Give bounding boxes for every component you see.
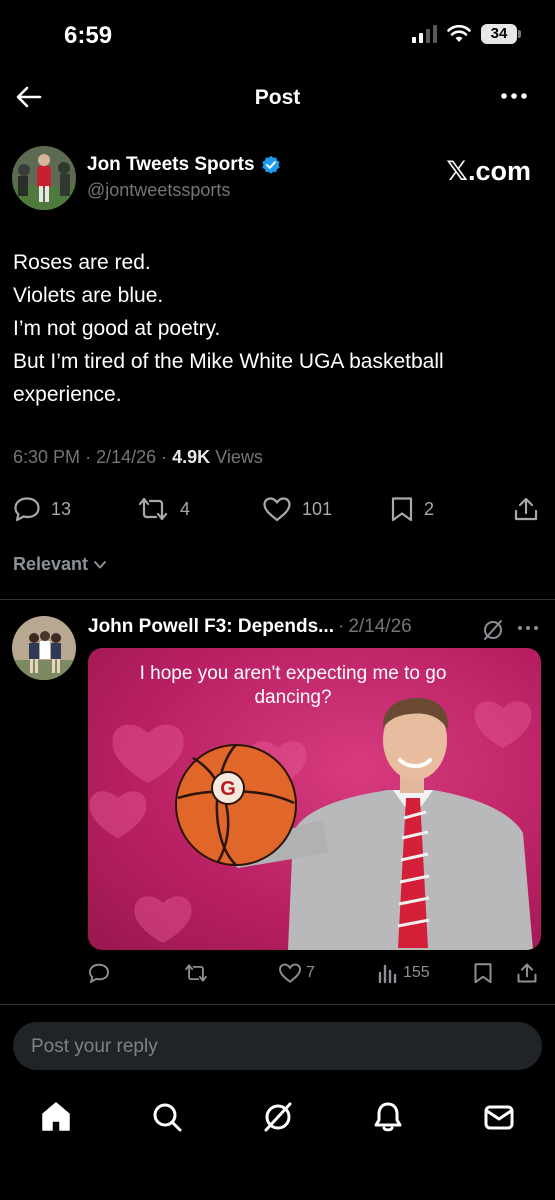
tweet-line: But I’m tired of the Mike White UGA bask… xyxy=(13,350,444,406)
messages-icon[interactable] xyxy=(482,1100,516,1134)
battery-indicator: 34 xyxy=(481,24,521,44)
reply-views-count: 155 xyxy=(403,964,430,981)
reply-bookmark-button[interactable] xyxy=(473,962,493,984)
reply-actions: 7 155 xyxy=(0,962,555,992)
reply-author-name[interactable]: John Powell F3: Depends... xyxy=(88,616,334,638)
tweet-line: Roses are red. xyxy=(13,251,151,274)
reply-icon xyxy=(89,963,109,984)
reply-views-button[interactable]: 155 xyxy=(377,962,430,984)
svg-text:G: G xyxy=(220,778,236,800)
status-icons: 34 xyxy=(412,24,521,44)
tweet-actions: 13 4 101 2 xyxy=(0,490,555,526)
tweet-time: 6:30 PM xyxy=(13,447,81,467)
views-label: Views xyxy=(215,447,263,467)
author-avatar[interactable] xyxy=(12,146,76,210)
reply-date: 2/14/26 xyxy=(348,616,412,637)
search-icon[interactable] xyxy=(150,1100,184,1134)
tweet-text: Roses are red. Violets are blue. I’m not… xyxy=(13,246,543,411)
reply-count: 13 xyxy=(51,498,72,519)
tweet-date: 2/14/26 xyxy=(96,447,157,467)
repost-icon xyxy=(138,497,168,521)
author-name[interactable]: Jon Tweets Sports xyxy=(87,154,255,176)
sort-label: Relevant xyxy=(13,554,89,574)
reply-tweet[interactable]: John Powell F3: Depends... · 2/14/26 G I… xyxy=(0,612,555,1007)
reply-share-button[interactable] xyxy=(516,962,538,984)
bookmark-count: 2 xyxy=(424,498,435,519)
reply-repost-button[interactable] xyxy=(183,962,209,984)
top-navigation-bar: Post xyxy=(0,72,555,124)
ellipsis-icon[interactable] xyxy=(517,624,539,632)
meme-caption: I hope you aren't expecting me to go dan… xyxy=(139,663,447,708)
status-time: 6:59 xyxy=(64,22,113,49)
reply-media-image[interactable]: G I hope you aren't expecting me to go d… xyxy=(88,648,541,950)
repost-button[interactable]: 4 xyxy=(136,496,190,522)
reply-reply-button[interactable] xyxy=(88,962,110,984)
repost-count: 4 xyxy=(180,498,191,519)
wifi-icon xyxy=(447,25,471,42)
heart-icon xyxy=(263,497,291,522)
chevron-down-icon xyxy=(94,560,107,568)
author-name-row[interactable]: Jon Tweets Sports xyxy=(87,154,281,176)
verified-badge-icon xyxy=(261,155,280,174)
reply-avatar[interactable] xyxy=(12,616,76,680)
like-count: 101 xyxy=(302,498,333,519)
bookmark-button[interactable]: 2 xyxy=(390,496,434,522)
like-button[interactable]: 101 xyxy=(262,496,332,522)
post-author: Jon Tweets Sports @jontweetssports 𝕏.com xyxy=(12,146,535,210)
repost-icon xyxy=(185,964,207,982)
grok-icon[interactable] xyxy=(481,618,505,642)
heart-icon xyxy=(279,963,301,984)
reply-icon xyxy=(14,497,40,522)
author-handle[interactable]: @jontweetssports xyxy=(87,180,230,201)
bookmark-icon xyxy=(474,963,492,984)
page-title: Post xyxy=(254,86,301,109)
home-icon[interactable] xyxy=(39,1100,73,1134)
views-chart-icon xyxy=(378,964,397,984)
signal-icon xyxy=(412,25,437,43)
share-button[interactable] xyxy=(513,496,539,522)
tweet-line: I’m not good at poetry. xyxy=(13,317,221,340)
sort-replies-dropdown[interactable]: Relevant xyxy=(13,554,107,575)
divider xyxy=(0,1004,555,1005)
reply-input-placeholder: Post your reply xyxy=(31,1036,158,1057)
grok-icon[interactable] xyxy=(261,1100,295,1134)
reply-header: John Powell F3: Depends... · 2/14/26 xyxy=(88,616,412,638)
tweet-meta: 6:30 PM · 2/14/26 · 4.9K Views xyxy=(13,447,263,467)
reply-like-count: 7 xyxy=(306,964,315,981)
share-icon xyxy=(514,497,538,521)
bookmark-icon xyxy=(391,497,413,522)
notifications-icon[interactable] xyxy=(371,1100,405,1134)
reply-button[interactable]: 13 xyxy=(13,496,71,522)
x-dot-com-watermark: 𝕏.com xyxy=(446,156,531,186)
ellipsis-icon[interactable] xyxy=(499,86,529,106)
divider xyxy=(0,599,555,600)
status-bar: 6:59 34 xyxy=(0,0,555,70)
tweet-line: Violets are blue. xyxy=(13,284,164,307)
reply-separator: · xyxy=(337,616,345,637)
reply-like-button[interactable]: 7 xyxy=(278,962,315,984)
share-icon xyxy=(517,963,537,983)
reply-input[interactable]: Post your reply xyxy=(13,1022,542,1070)
views-count[interactable]: 4.9K xyxy=(172,447,210,467)
bottom-tab-bar xyxy=(0,1090,555,1150)
